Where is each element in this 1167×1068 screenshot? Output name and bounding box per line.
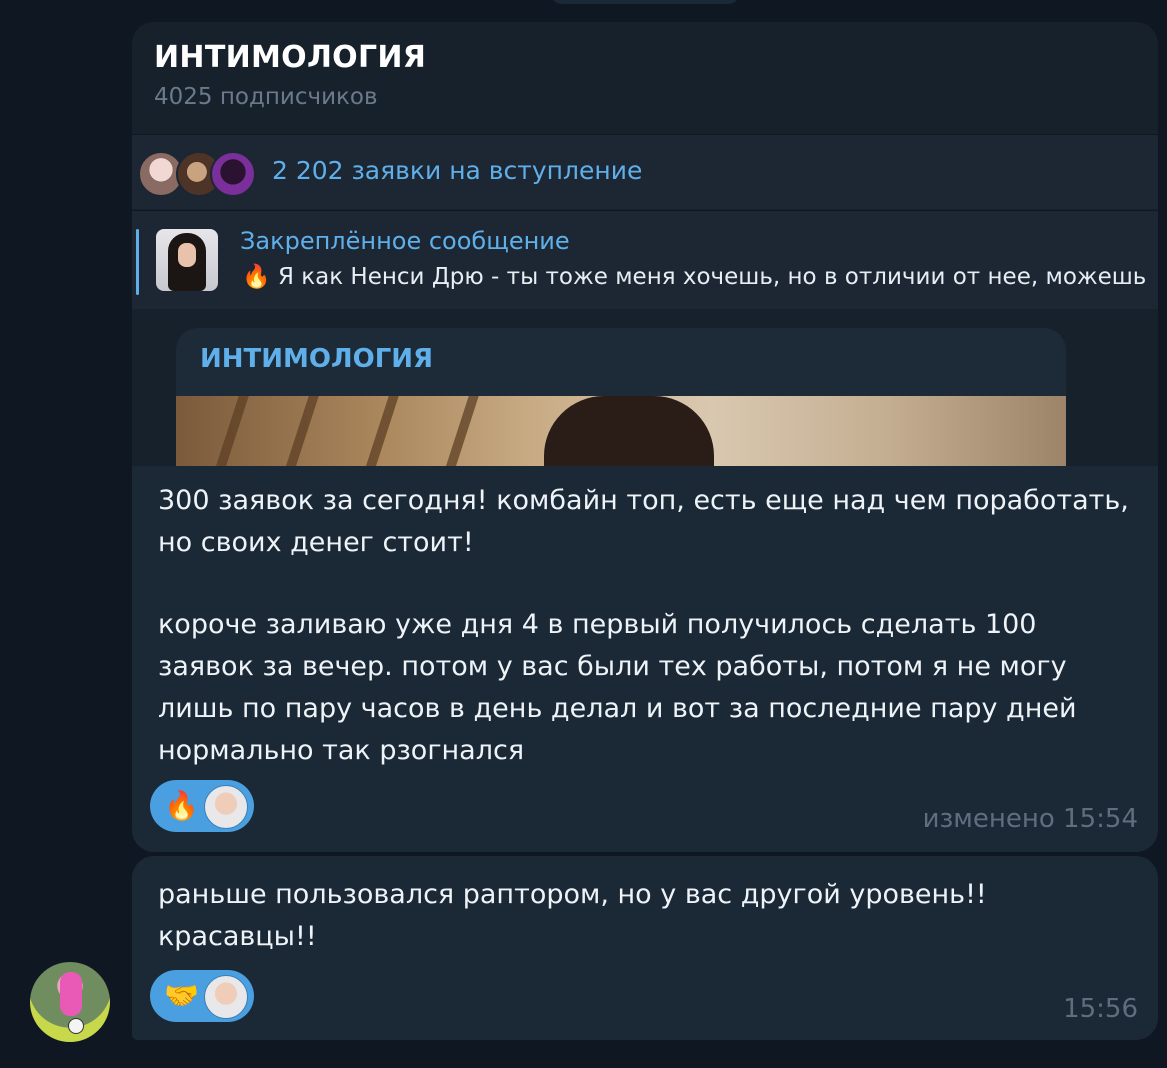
message-paragraph: 300 заявок за сегодня! комбайн топ, есть… [158,485,1129,558]
pinned-preview-text: 🔥 Я как Ненси Дрю - ты тоже меня хочешь,… [242,264,1147,290]
message-text: раньше пользовался раптором, но у вас др… [158,879,987,952]
sender-avatar[interactable] [30,962,110,1042]
message-timestamp: изменено 15:54 [922,804,1138,834]
pinned-message-bar[interactable]: Закреплённое сообщение 🔥 Я как Ненси Дрю… [132,210,1158,309]
channel-header[interactable]: ИНТИМОЛОГИЯ 4025 подписчиков [132,22,1158,132]
message-bubble-2[interactable]: раньше пользовался раптором, но у вас др… [132,856,1158,1040]
reactor-avatar [204,975,248,1019]
message-text: 300 заявок за сегодня! комбайн топ, есть… [158,480,1138,772]
reaction-button[interactable]: 🔥 [150,780,254,832]
message-timestamp: 15:56 [1063,994,1138,1024]
requester-avatar [210,151,256,197]
pinned-indicator-line [136,229,139,295]
channel-title: ИНТИМОЛОГИЯ [154,40,427,75]
pinned-thumbnail [156,229,218,291]
handshake-icon: 🤝 [164,979,199,1012]
message-paragraph: короче заливаю уже дня 4 в первый получи… [158,609,1077,766]
reactor-avatar [204,785,248,829]
message-bubble-1[interactable]: ИНТИМОЛОГИЯ 4025 подписчиков 2 202 заявк… [132,22,1158,852]
join-requests-label: 2 202 заявки на вступление [272,156,643,185]
reaction-button[interactable]: 🤝 [150,970,254,1022]
chat-view: ИНТИМОЛОГИЯ 4025 подписчиков 2 202 заявк… [0,0,1167,1068]
message-1-body: 300 заявок за сегодня! комбайн топ, есть… [132,466,1158,852]
join-requests-bar[interactable]: 2 202 заявки на вступление [132,134,1158,209]
fire-icon: 🔥 [164,789,199,822]
pinned-title: Закреплённое сообщение [240,227,570,255]
forwarded-channel-name: ИНТИМОЛОГИЯ [200,344,434,374]
subscriber-count: 4025 подписчиков [154,84,378,110]
scroll-indicator [550,0,740,4]
